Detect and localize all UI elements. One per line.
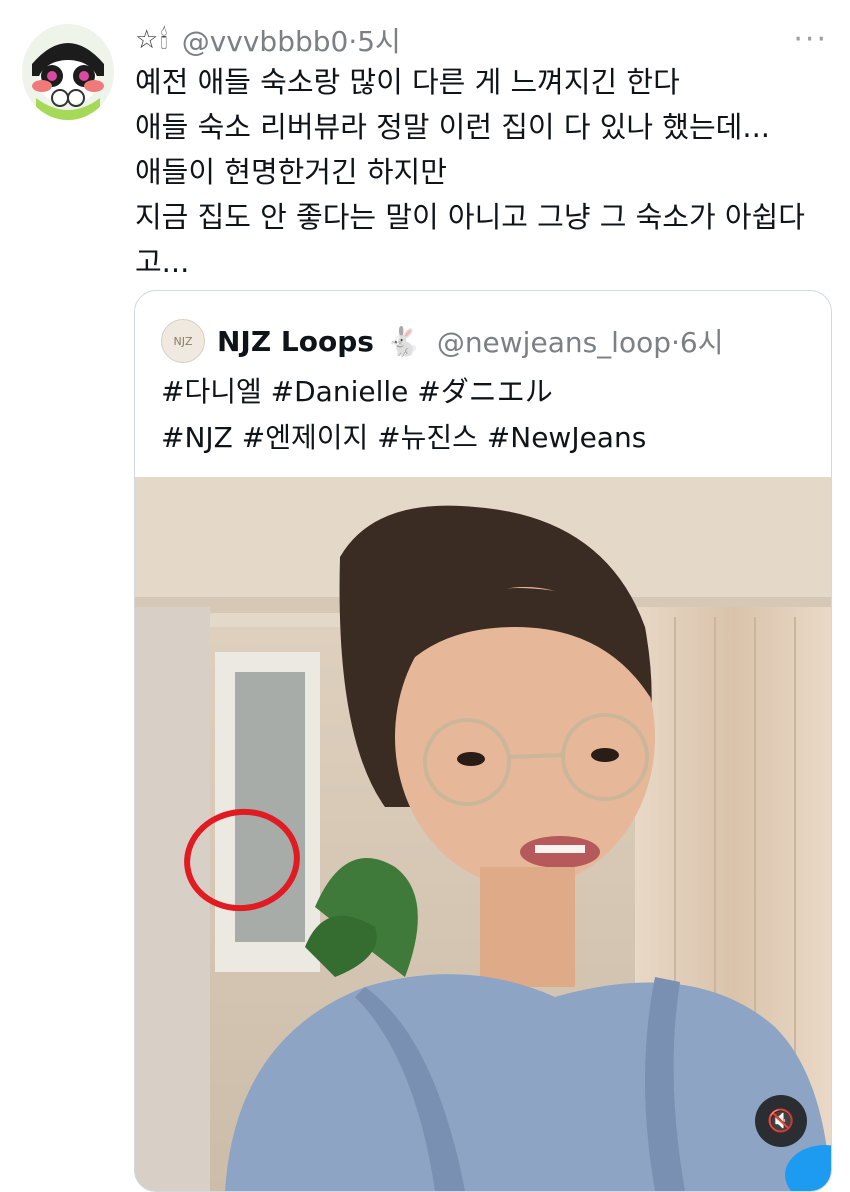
more-options-icon[interactable]: ···	[793, 22, 828, 57]
quoted-author-handle-time[interactable]: @newjeans_loop·6시	[437, 321, 724, 361]
quoted-tweet-header: NJZ NJZ Loops 🐇 @newjeans_loop·6시	[161, 319, 724, 363]
quoted-video[interactable]: 🔇	[135, 477, 831, 1191]
video-frame-image	[135, 477, 831, 1191]
rabbit-icon: 🐇	[385, 324, 421, 358]
quoted-author-avatar[interactable]: NJZ	[161, 319, 205, 363]
quoted-author-name[interactable]: NJZ Loops	[217, 325, 374, 358]
name-emoji-icons: ☆🕯	[135, 24, 170, 55]
author-handle-time[interactable]: @vvvbbbb0·5시	[182, 20, 401, 60]
quoted-tweet-hashtags[interactable]: #다니엘 #Danielle #ダニエル #NJZ #엔제이지 #뉴진스 #Ne…	[161, 369, 646, 461]
mute-toggle-icon[interactable]: 🔇	[755, 1095, 807, 1147]
author-avatar[interactable]	[22, 24, 114, 120]
tweet-header: ☆🕯 @vvvbbbb0·5시	[135, 20, 401, 60]
quoted-tweet[interactable]: NJZ NJZ Loops 🐇 @newjeans_loop·6시 #다니엘 #…	[134, 290, 832, 1192]
tweet-body: 예전 애들 숙소랑 많이 다른 게 느껴지긴 한다 애들 숙소 리버뷰라 정말 …	[135, 65, 805, 279]
